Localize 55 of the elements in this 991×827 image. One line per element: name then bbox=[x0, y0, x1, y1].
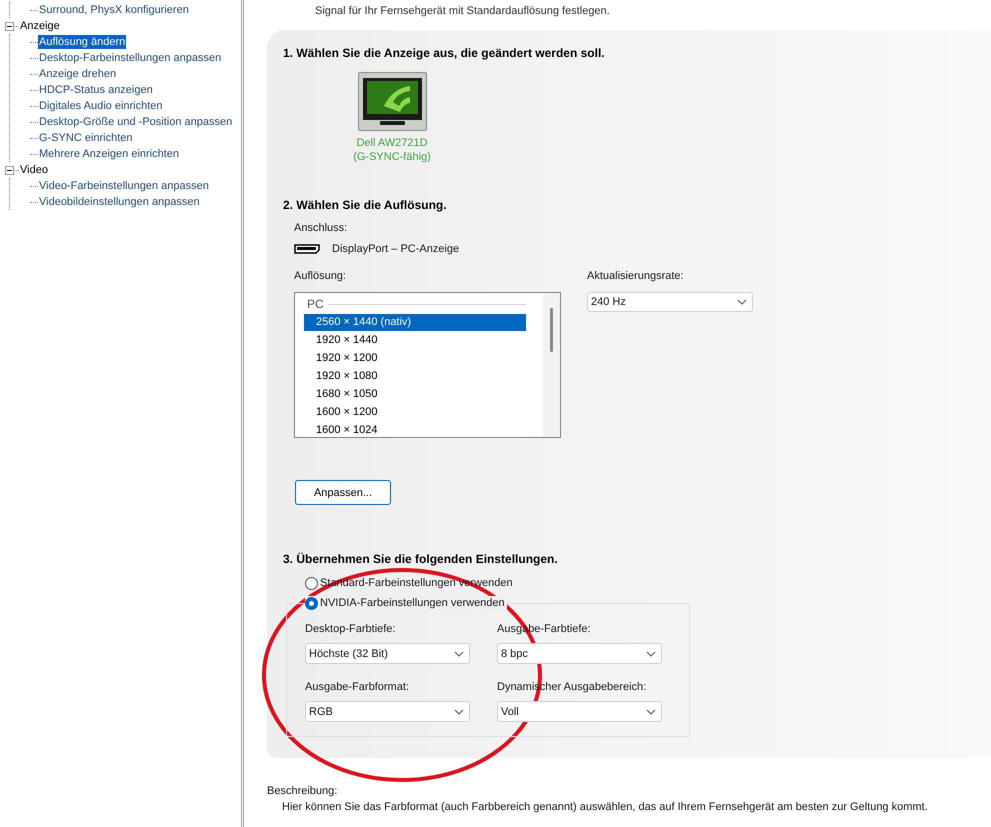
resolution-option[interactable]: 1680 × 1050 bbox=[304, 386, 526, 403]
resolution-list[interactable]: PC 2560 × 1440 (nativ) 1920 × 1440 1920 × 1200 1920 × 1080 1680 × 1050 1600 × 1200 1600 × 1024 bbox=[294, 292, 561, 438]
minus-icon bbox=[7, 24, 12, 28]
tree-item[interactable]: Auflösung ändern bbox=[38, 35, 126, 49]
tree-item[interactable]: Digitales Audio einrichten bbox=[38, 99, 164, 113]
tree-group[interactable]: Anzeige bbox=[19, 19, 60, 33]
field-label: Desktop-Farbtiefe: bbox=[305, 622, 396, 636]
resolution-option[interactable]: 2560 × 1440 (nativ) bbox=[304, 314, 526, 331]
chevron-down-icon bbox=[737, 299, 747, 305]
chevron-down-icon bbox=[454, 708, 464, 714]
scrollbar[interactable] bbox=[543, 293, 560, 437]
resolution-option[interactable]: 1600 × 1024 bbox=[304, 422, 526, 437]
description-text: Hier können Sie das Farbformat (auch Farbbereich genannt) auswählen, das auf Ihrem Fernsehgerät am besten zur Geltung kommt. bbox=[282, 800, 929, 814]
tree-item[interactable]: Surround, PhysX konfigurieren bbox=[38, 3, 190, 17]
radio-option[interactable]: NVIDIA-Farbeinstellungen verwenden bbox=[305, 596, 505, 610]
section-heading: 2. Wählen Sie die Auflösung. bbox=[283, 198, 448, 212]
customize-button[interactable]: Anpassen... bbox=[295, 480, 391, 505]
intro-text: Signal für Ihr Fernsehgerät mit Standardauflösung festlegen. bbox=[315, 5, 610, 17]
chevron-down-icon bbox=[454, 650, 464, 656]
field-label: Auflösung: bbox=[294, 269, 347, 283]
resolution-option[interactable]: 1600 × 1200 bbox=[304, 404, 526, 421]
minus-icon bbox=[7, 168, 12, 172]
tree-item[interactable]: Video-Farbeinstellungen anpassen bbox=[38, 179, 210, 193]
tree-item[interactable]: Videobildeinstellungen anpassen bbox=[38, 195, 201, 209]
group-label: PC bbox=[307, 297, 324, 311]
monitor-tile[interactable] bbox=[358, 72, 426, 131]
description-label: Beschreibung: bbox=[267, 784, 338, 798]
section-heading: 3. Übernehmen Sie die folgenden Einstellungen. bbox=[283, 552, 559, 566]
tree-item[interactable]: Anzeige drehen bbox=[38, 67, 118, 81]
collapse-toggle[interactable] bbox=[5, 22, 14, 30]
resolution-option[interactable]: 1920 × 1080 bbox=[304, 368, 526, 385]
monitor-icon bbox=[362, 76, 422, 128]
collapse-toggle[interactable] bbox=[5, 166, 14, 174]
resolution-option[interactable]: 1920 × 1200 bbox=[304, 350, 526, 367]
select-dropdown[interactable]: Höchste (32 Bit) bbox=[305, 643, 470, 664]
chevron-down-icon bbox=[646, 650, 656, 656]
tree-item[interactable]: G-SYNC einrichten bbox=[38, 131, 134, 145]
display-port-icon bbox=[294, 244, 320, 254]
tree-item[interactable]: Desktop-Farbeinstellungen anpassen bbox=[38, 51, 222, 65]
select-dropdown[interactable]: Voll bbox=[497, 701, 662, 722]
section-heading: 1. Wählen Sie die Anzeige aus, die geändert werden soll. bbox=[283, 46, 606, 60]
chevron-down-icon bbox=[646, 708, 656, 714]
display-note: (G-SYNC-fähig) bbox=[353, 150, 431, 164]
tree-item[interactable]: HDCP-Status anzeigen bbox=[38, 83, 154, 97]
select-dropdown[interactable]: 8 bpc bbox=[497, 643, 662, 664]
tree-item[interactable]: Desktop-Größe und -Position anpassen bbox=[38, 115, 234, 129]
connection-text: DisplayPort – PC-Anzeige bbox=[332, 242, 460, 256]
tree-item[interactable]: Mehrere Anzeigen einrichten bbox=[38, 147, 180, 161]
field-label: Anschluss: bbox=[294, 221, 348, 235]
select-dropdown[interactable]: RGB bbox=[305, 701, 470, 722]
tree-group[interactable]: Video bbox=[19, 163, 48, 177]
resolution-option[interactable]: 1920 × 1440 bbox=[304, 332, 526, 349]
refresh-rate-dropdown[interactable]: 240 Hz bbox=[587, 292, 753, 312]
field-label: Ausgabe-Farbformat: bbox=[305, 680, 410, 694]
field-label: Aktualisierungsrate: bbox=[587, 269, 685, 283]
